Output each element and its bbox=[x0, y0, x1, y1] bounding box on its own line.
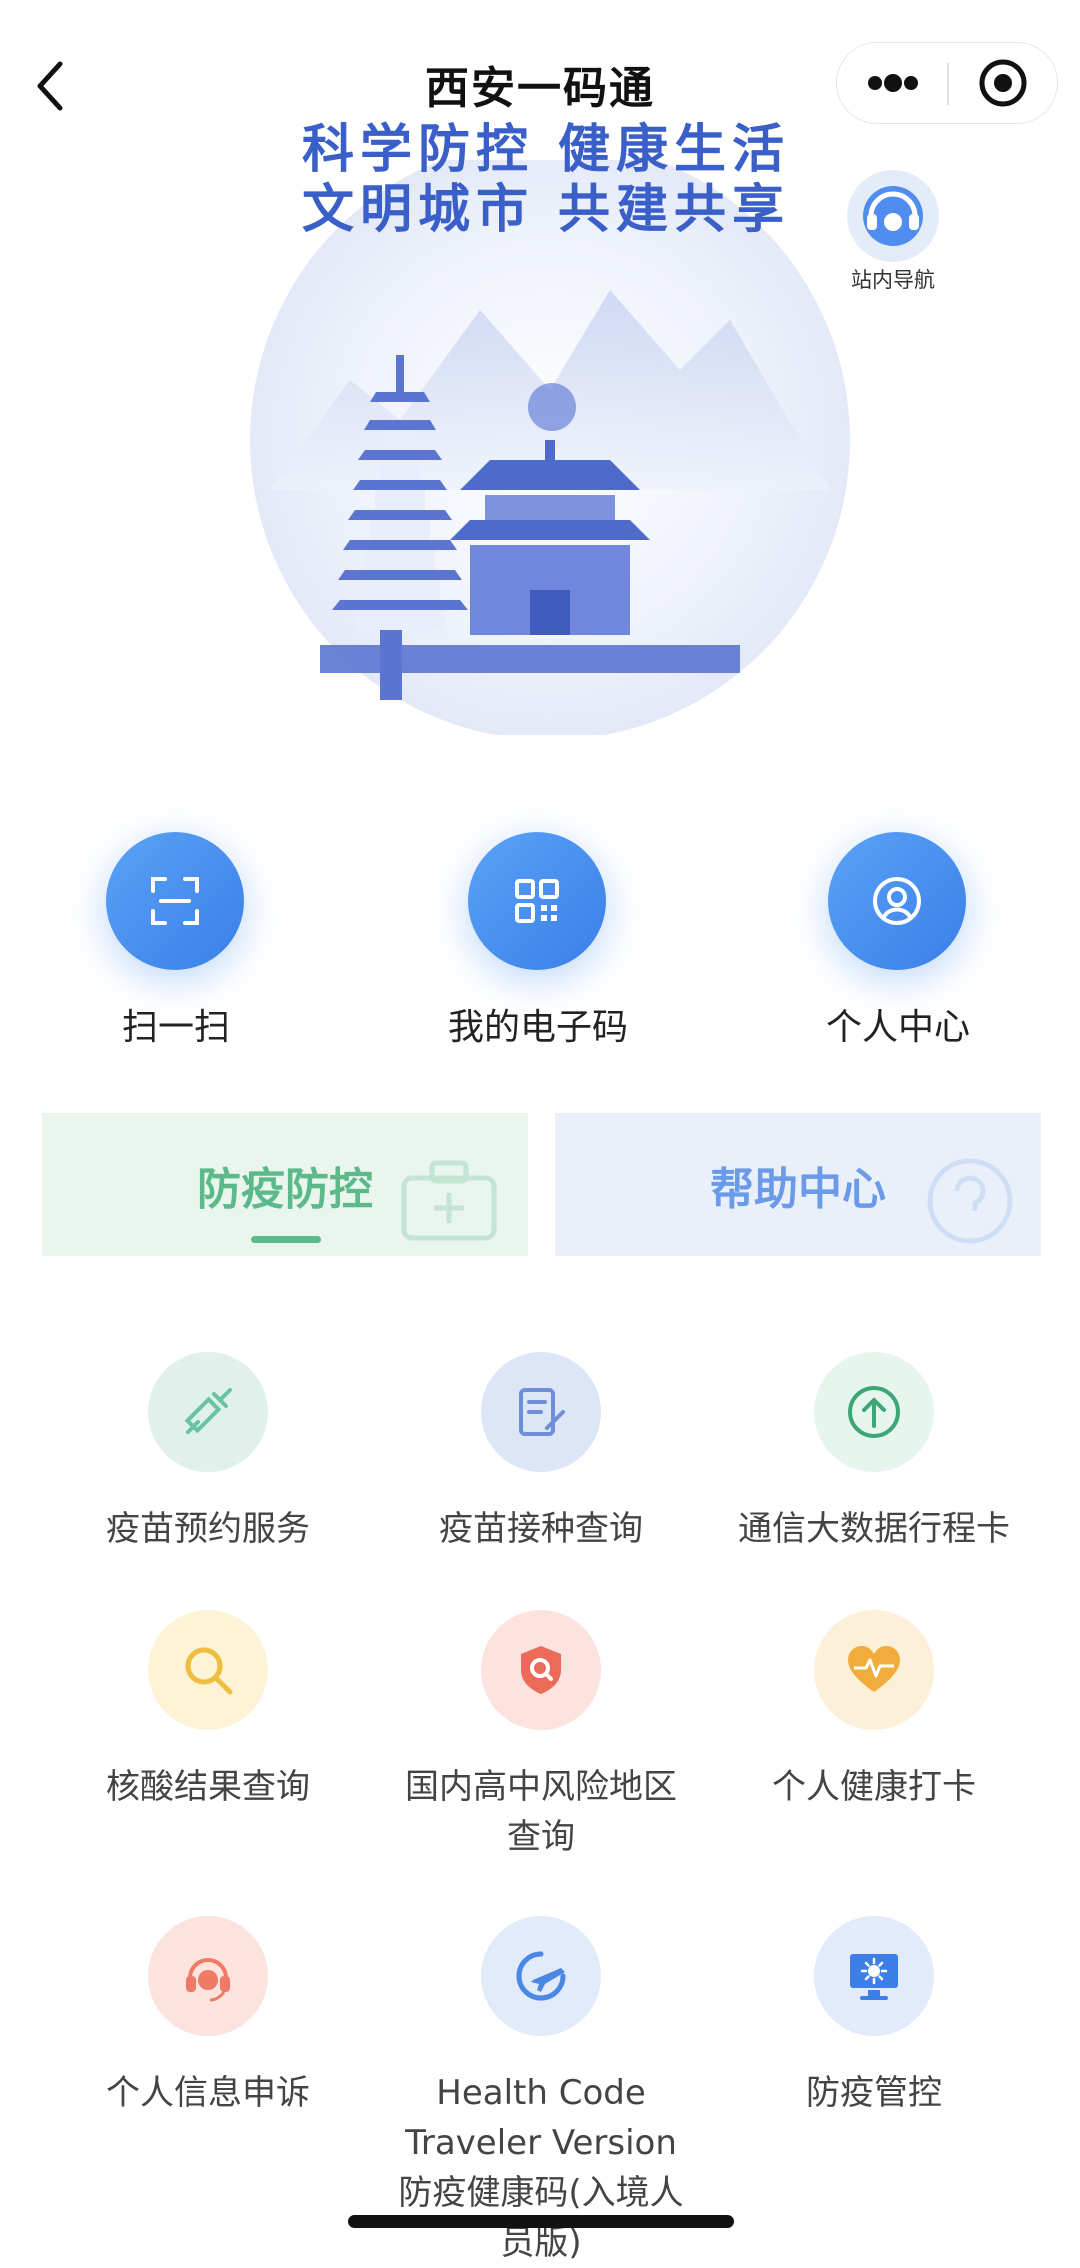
my-e-code-button[interactable]: 我的电子码 bbox=[408, 820, 668, 1050]
service-icon-bg bbox=[481, 1916, 601, 2036]
service-label: 核酸结果查询 bbox=[106, 1767, 310, 1807]
syringe-icon bbox=[184, 1388, 232, 1434]
site-navigation-label: 站内导航 bbox=[851, 268, 935, 292]
heartbeat-icon bbox=[848, 1646, 900, 1692]
target-close-icon bbox=[979, 59, 1027, 107]
magnifier-icon bbox=[185, 1647, 233, 1695]
xian-landmark-illustration bbox=[250, 160, 850, 735]
airplane-icon bbox=[516, 1951, 566, 2001]
service-label: 国内高中风险地区查询 bbox=[405, 1767, 677, 1857]
tab-selected-indicator bbox=[251, 1236, 321, 1243]
my-e-code-label: 我的电子码 bbox=[447, 1007, 628, 1048]
qr-code-circle bbox=[468, 832, 606, 970]
scan-icon bbox=[151, 877, 199, 925]
headset-icon bbox=[186, 1958, 230, 2002]
user-icon bbox=[873, 877, 921, 925]
service-travel-card[interactable]: 通信大数据行程卡 bbox=[704, 1352, 1044, 1572]
service-label: 疫苗预约服务 bbox=[106, 1509, 310, 1549]
question-bubble-icon bbox=[927, 1158, 1013, 1244]
home-indicator[interactable] bbox=[348, 2215, 734, 2228]
medical-kit-icon bbox=[401, 1160, 497, 1241]
slogan-line-2: 文明城市 共建共享 bbox=[301, 179, 791, 240]
shield-search-icon bbox=[521, 1646, 561, 1694]
service-label: 疫苗接种查询 bbox=[439, 1509, 643, 1549]
close-mini-program-button[interactable] bbox=[949, 43, 1057, 123]
more-dots-icon bbox=[868, 74, 918, 92]
service-icon-bg bbox=[148, 1352, 268, 1472]
service-label: 通信大数据行程卡 bbox=[738, 1509, 1010, 1549]
tab-help-center[interactable]: 帮助中心 bbox=[555, 1113, 1041, 1256]
service-label: 个人信息申诉 bbox=[106, 2073, 310, 2113]
service-icon-bg bbox=[814, 1352, 934, 1472]
service-info-appeal[interactable]: 个人信息申诉 bbox=[38, 1916, 378, 2166]
service-health-code-traveler[interactable]: Health Code Traveler Version防疫健康码(入境人员版) bbox=[371, 1916, 711, 2263]
scan-circle bbox=[106, 832, 244, 970]
service-nucleic-acid-query[interactable]: 核酸结果查询 bbox=[38, 1610, 378, 1850]
service-icon-bg bbox=[148, 1610, 268, 1730]
more-button[interactable] bbox=[837, 43, 947, 123]
arrow-up-circle-icon bbox=[848, 1386, 900, 1438]
document-edit-icon bbox=[519, 1388, 565, 1436]
service-health-checkin[interactable]: 个人健康打卡 bbox=[704, 1610, 1044, 1850]
mini-program-capsule bbox=[836, 42, 1058, 124]
service-label: 防疫管控 bbox=[806, 2073, 942, 2113]
service-vaccination-query[interactable]: 疫苗接种查询 bbox=[371, 1352, 711, 1572]
personal-center-button[interactable]: 个人中心 bbox=[768, 820, 1028, 1050]
tab-epidemic-prevention[interactable]: 防疫防控 bbox=[42, 1113, 528, 1256]
user-circle bbox=[828, 832, 966, 970]
slogan-line-1: 科学防控 健康生活 bbox=[301, 119, 791, 180]
qr-code-icon bbox=[515, 879, 559, 923]
scan-label: 扫一扫 bbox=[121, 1007, 230, 1048]
scan-button[interactable]: 扫一扫 bbox=[46, 820, 306, 1050]
service-icon-bg bbox=[481, 1610, 601, 1730]
monitor-virus-icon bbox=[850, 1954, 898, 2000]
service-label: 个人健康打卡 bbox=[772, 1767, 976, 1807]
personal-center-label: 个人中心 bbox=[825, 1007, 970, 1048]
headset-service-icon bbox=[847, 170, 939, 262]
service-icon-bg bbox=[814, 1916, 934, 2036]
service-vaccine-appointment[interactable]: 疫苗预约服务 bbox=[38, 1352, 378, 1572]
service-risk-area-query[interactable]: 国内高中风险地区查询 bbox=[371, 1610, 711, 1857]
service-label: Health Code Traveler Version防疫健康码(入境人员版) bbox=[398, 2073, 684, 2263]
service-icon-bg bbox=[481, 1352, 601, 1472]
service-icon-bg bbox=[148, 1916, 268, 2036]
site-navigation-button[interactable]: 站内导航 bbox=[838, 168, 942, 298]
service-icon-bg bbox=[814, 1610, 934, 1730]
service-epidemic-control[interactable]: 防疫管控 bbox=[704, 1916, 1044, 2166]
